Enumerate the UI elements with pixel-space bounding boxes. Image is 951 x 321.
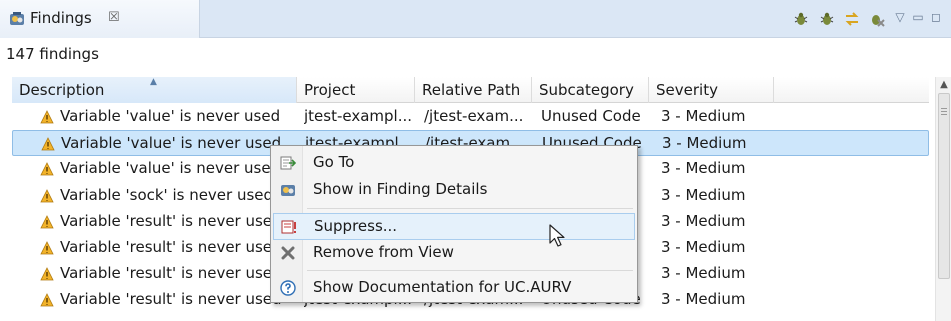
cell-severity: 3 - Medium bbox=[662, 134, 747, 153]
minimize-icon[interactable]: ▭ bbox=[911, 9, 925, 25]
menu-item-remove-from-view[interactable]: Remove from View bbox=[273, 240, 635, 267]
remove-icon bbox=[281, 246, 295, 260]
tab-title: Findings bbox=[30, 9, 92, 27]
finding-details-icon bbox=[281, 185, 295, 196]
findings-icon bbox=[10, 12, 24, 25]
column-header-description[interactable]: Description ▲ bbox=[12, 77, 297, 103]
bug-filter-icon[interactable] bbox=[792, 10, 810, 28]
column-header-severity[interactable]: Severity bbox=[649, 77, 774, 103]
cell-description: Variable 'sock' is never used bbox=[60, 185, 274, 204]
scroll-up-arrow-icon[interactable]: ▲ bbox=[936, 79, 951, 91]
findings-count: 147 findings bbox=[6, 45, 99, 63]
cell-severity: 3 - Medium bbox=[661, 264, 746, 283]
cell-description: Variable 'value' is never use bbox=[60, 159, 271, 178]
cell-severity: 3 - Medium bbox=[661, 211, 746, 230]
menu-separator bbox=[307, 208, 633, 209]
warning-icon bbox=[40, 214, 54, 229]
menu-item-suppress[interactable]: Suppress... bbox=[273, 213, 635, 240]
cell-description: Variable 'result' is never used bbox=[60, 290, 282, 309]
column-header-project[interactable]: Project bbox=[297, 77, 415, 103]
findings-view-tab[interactable]: Findings ☒ bbox=[0, 0, 200, 38]
warning-icon bbox=[40, 293, 54, 307]
menu-item-show-in-finding-details[interactable]: Show in Finding Details bbox=[273, 177, 635, 204]
cell-severity: 3 - Medium bbox=[661, 238, 746, 256]
mouse-cursor-icon bbox=[549, 224, 565, 247]
warning-icon bbox=[40, 162, 54, 176]
cell-severity: 3 - Medium bbox=[661, 290, 746, 309]
cell-subcategory: Unused Code bbox=[541, 107, 641, 125]
cell-description: Variable 'result' is never use bbox=[60, 211, 273, 230]
cell-path: /jtest-exam... bbox=[424, 107, 524, 125]
column-header-subcategory[interactable]: Subcategory bbox=[532, 77, 649, 103]
view-menu-icon[interactable]: ▽ bbox=[893, 9, 907, 25]
cell-severity: 3 - Medium bbox=[661, 107, 746, 125]
warning-icon bbox=[40, 110, 54, 124]
scroll-thumb[interactable] bbox=[938, 93, 950, 279]
cell-description: Variable 'result' is never use bbox=[60, 238, 273, 256]
maximize-icon[interactable]: ◻ bbox=[929, 9, 943, 25]
cell-description: Variable 'value' is never used bbox=[61, 134, 282, 153]
menu-item-go-to[interactable]: Go To bbox=[273, 150, 635, 177]
cell-project: jtest-exampl... bbox=[304, 107, 413, 125]
context-menu: Go To Show in Finding Details Suppress..… bbox=[270, 145, 638, 303]
cell-severity: 3 - Medium bbox=[661, 159, 746, 178]
table-header: Description ▲ Project Relative Path Subc… bbox=[12, 77, 929, 103]
goto-icon bbox=[280, 156, 296, 170]
cell-description: Variable 'value' is never used bbox=[60, 107, 281, 125]
cell-description: Variable 'result' is never use bbox=[60, 264, 273, 283]
column-header-relative-path[interactable]: Relative Path bbox=[415, 77, 532, 103]
view-tab-bar: Findings ☒ ▽ ▭ ◻ bbox=[0, 0, 951, 38]
help-icon bbox=[280, 280, 296, 296]
vertical-scrollbar[interactable]: ▲ bbox=[935, 77, 951, 321]
warning-icon bbox=[40, 267, 54, 281]
sort-ascending-icon: ▲ bbox=[150, 77, 157, 87]
suppress-icon bbox=[281, 220, 296, 234]
remove-findings-icon[interactable] bbox=[868, 10, 886, 28]
bug-run-icon[interactable] bbox=[818, 10, 836, 28]
menu-item-show-documentation[interactable]: Show Documentation for UC.AURV bbox=[273, 275, 635, 302]
warning-icon bbox=[40, 188, 54, 202]
sync-arrows-icon[interactable] bbox=[843, 10, 861, 28]
warning-icon bbox=[41, 137, 55, 151]
menu-separator bbox=[307, 270, 633, 271]
cell-severity: 3 - Medium bbox=[661, 185, 746, 204]
warning-icon bbox=[40, 241, 54, 255]
table-row[interactable]: Variable 'value' is never used jtest-exam… bbox=[12, 104, 929, 130]
close-tab-icon[interactable]: ☒ bbox=[108, 10, 120, 25]
